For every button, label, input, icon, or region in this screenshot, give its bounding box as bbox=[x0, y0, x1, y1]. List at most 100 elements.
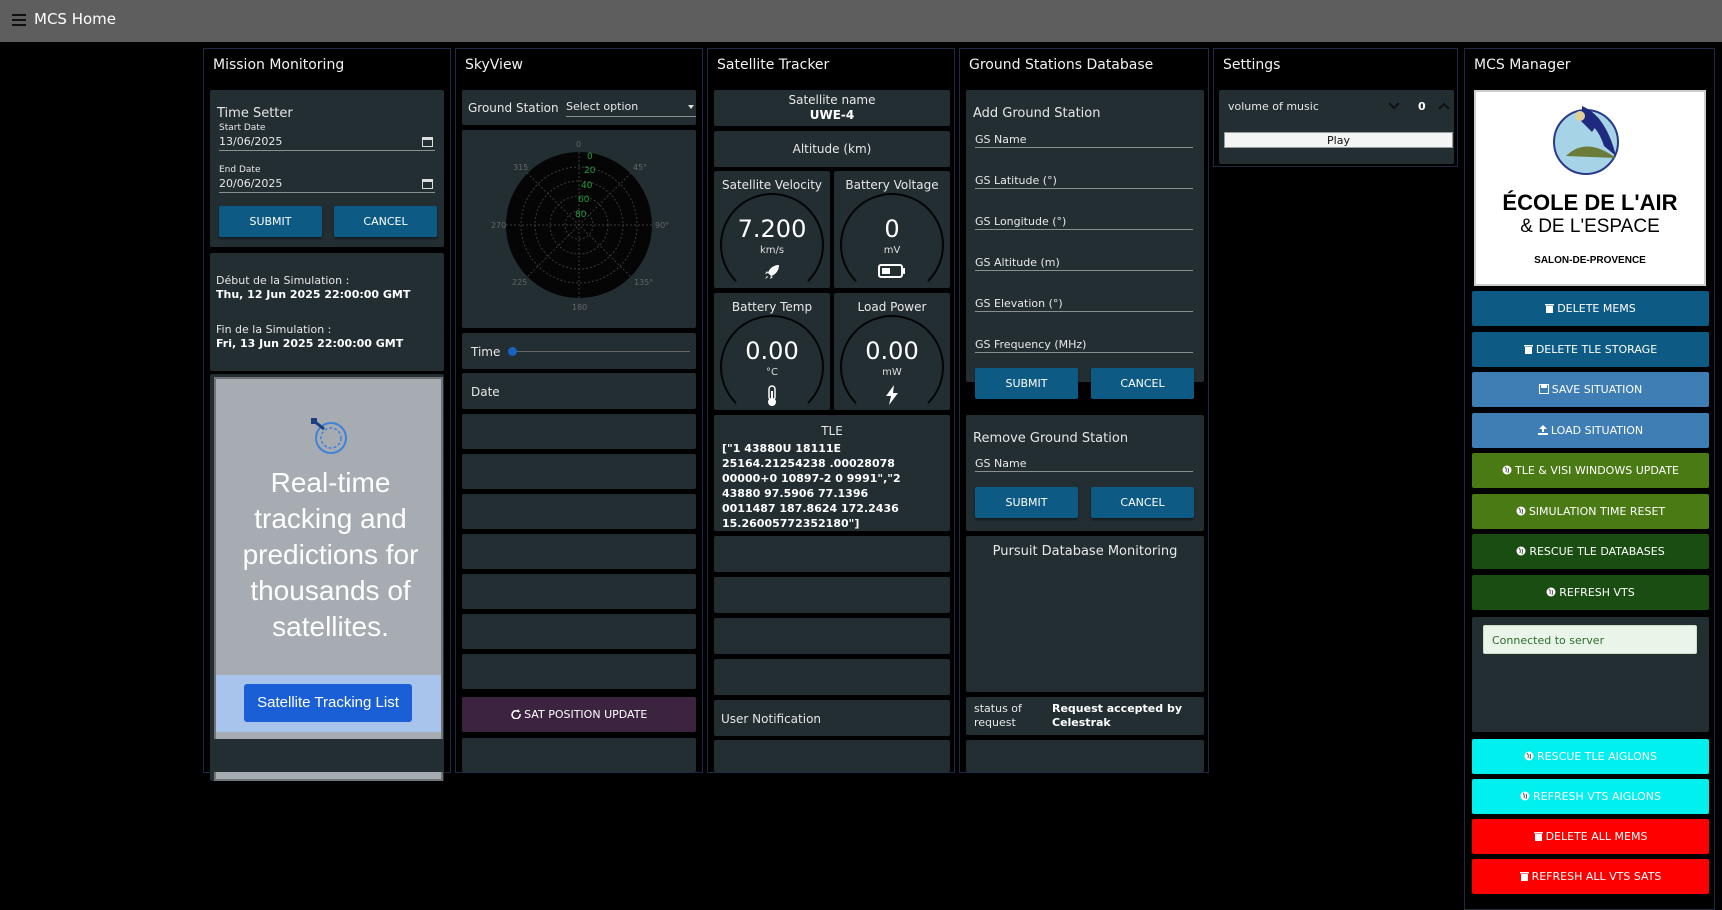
calendar-icon[interactable] bbox=[422, 178, 433, 189]
user-notification-card: User Notification bbox=[714, 700, 950, 736]
globe-icon bbox=[1516, 545, 1526, 558]
manager-button-1[interactable]: DELETE TLE STORAGE bbox=[1472, 331, 1709, 367]
satellite-tracker-panel: Satellite Tracker Satellite name UWE-4 A… bbox=[707, 48, 955, 773]
load-power-unit: mW bbox=[882, 367, 902, 378]
velocity-gauge: Satellite Velocity 7.200 km/s bbox=[714, 171, 830, 297]
tracker-row bbox=[714, 659, 950, 695]
radar-tick-270: 270 bbox=[491, 221, 506, 230]
promo-footer: Satellite Tracking List bbox=[216, 675, 441, 732]
radar-ring-40: 40 bbox=[581, 181, 593, 191]
gs-name-label: GS Name bbox=[975, 133, 1027, 146]
remove-gs-name-input[interactable]: GS Name bbox=[975, 454, 1193, 472]
manager-danger-button-label: RESCUE TLE AIGLONS bbox=[1537, 750, 1657, 763]
panel-title: Mission Monitoring bbox=[213, 57, 345, 73]
altitude-label: Altitude (km) bbox=[792, 142, 872, 156]
manager-button-label: RESCUE TLE DATABASES bbox=[1529, 545, 1665, 558]
sim-end-label: Fin de la Simulation : bbox=[216, 323, 332, 336]
battery-voltage-unit: mV bbox=[883, 245, 901, 256]
radar-tick-225: 225 bbox=[512, 278, 527, 287]
satellite-name-label: Satellite name bbox=[788, 93, 876, 107]
manager-danger-button-0[interactable]: RESCUE TLE AIGLONS bbox=[1472, 739, 1709, 774]
gs-elevation-label: GS Elevation (°) bbox=[975, 297, 1063, 310]
manager-button-3[interactable]: LOAD SITUATION bbox=[1472, 412, 1709, 448]
radar-tick-90: 90° bbox=[655, 221, 669, 230]
globe-icon bbox=[1516, 505, 1526, 518]
tle-value: ["1 43880U 18111E 25164.21254238 .000280… bbox=[722, 442, 901, 530]
promo-box: Real-time tracking and predictions for t… bbox=[214, 377, 443, 781]
sim-start-value: Thu, 12 Jun 2025 22:00:00 GMT bbox=[216, 288, 411, 301]
manager-danger-button-label: REFRESH VTS AIGLONS bbox=[1533, 790, 1661, 803]
manager-danger-button-1[interactable]: REFRESH VTS AIGLONS bbox=[1472, 779, 1709, 814]
gs-frequency-label: GS Frequency (MHz) bbox=[975, 338, 1087, 351]
add-gs-submit-button[interactable]: SUBMIT bbox=[975, 368, 1078, 399]
manager-button-7[interactable]: REFRESH VTS bbox=[1472, 574, 1709, 610]
settings-card: volume of music 0 Play bbox=[1219, 90, 1454, 164]
add-gs-cancel-button[interactable]: CANCEL bbox=[1091, 368, 1194, 399]
tle-label: TLE bbox=[821, 424, 843, 438]
manager-button-4[interactable]: TLE & VISI WINDOWS UPDATE bbox=[1472, 453, 1709, 488]
radar-ring-0: 0 bbox=[587, 152, 593, 162]
remove-gs-cancel-button[interactable]: CANCEL bbox=[1091, 487, 1194, 518]
time-slider-thumb[interactable] bbox=[508, 347, 517, 356]
manager-danger-button-3[interactable]: REFRESH ALL VTS SATS bbox=[1472, 859, 1709, 894]
volume-increase-icon[interactable] bbox=[1438, 102, 1450, 110]
radar-ring-20: 20 bbox=[584, 166, 596, 176]
radar-card: 0 45° 90° 135° 180 225 270 315 0 20 40 6… bbox=[462, 130, 696, 328]
hamburger-menu-icon[interactable] bbox=[12, 14, 26, 26]
end-date-label: End Date bbox=[219, 165, 261, 175]
radar-tick-135: 135° bbox=[634, 278, 653, 287]
sat-position-update-label: SAT POSITION UPDATE bbox=[524, 708, 648, 721]
promo-text: Real-time tracking and predictions for t… bbox=[242, 467, 419, 642]
gs-latitude-input[interactable]: GS Latitude (°) bbox=[975, 171, 1193, 189]
panel-title: MCS Manager bbox=[1474, 57, 1571, 73]
radar-tick-45: 45° bbox=[633, 163, 647, 172]
manager-button-0[interactable]: DELETE MEMS bbox=[1472, 291, 1709, 326]
user-notification-label: User Notification bbox=[721, 712, 822, 726]
calendar-icon[interactable] bbox=[422, 136, 433, 147]
sky-row bbox=[462, 654, 696, 689]
start-date-input[interactable]: 13/06/2025 bbox=[219, 134, 435, 151]
velocity-unit: km/s bbox=[759, 245, 785, 256]
trash-icon bbox=[1523, 343, 1533, 356]
tracker-row bbox=[714, 740, 950, 772]
gs-name-input[interactable]: GS Name bbox=[975, 130, 1193, 148]
ground-station-select[interactable]: Select option bbox=[566, 99, 696, 117]
gs-longitude-input[interactable]: GS Longitude (°) bbox=[975, 212, 1193, 230]
gs-frequency-input[interactable]: GS Frequency (MHz) bbox=[975, 335, 1193, 353]
radar-tick-315: 315 bbox=[513, 163, 528, 172]
volume-decrease-icon[interactable] bbox=[1388, 102, 1400, 110]
manager-button-6[interactable]: RESCUE TLE DATABASES bbox=[1472, 534, 1709, 569]
start-date-label: Start Date bbox=[219, 123, 266, 133]
gs-altitude-input[interactable]: GS Altitude (m) bbox=[975, 253, 1193, 271]
ground-station-label: Ground Station bbox=[468, 101, 559, 115]
server-status-field: Connected to server bbox=[1483, 625, 1697, 654]
start-date-value: 13/06/2025 bbox=[219, 135, 283, 148]
play-button[interactable]: Play bbox=[1224, 132, 1453, 148]
mission-monitoring-panel: Mission Monitoring Time Setter Start Dat… bbox=[203, 48, 451, 781]
manager-button-label: DELETE MEMS bbox=[1557, 302, 1636, 315]
radar-tick-0: 0 bbox=[576, 140, 581, 149]
time-slider-track[interactable] bbox=[512, 351, 690, 352]
request-status-value: Request accepted by Celestrak bbox=[1052, 702, 1182, 729]
chevron-down-icon bbox=[688, 105, 694, 109]
sat-position-update-button[interactable]: SAT POSITION UPDATE bbox=[462, 697, 696, 732]
sky-row bbox=[462, 738, 696, 772]
request-status-card: status of request Request accepted by Ce… bbox=[966, 697, 1204, 735]
time-cancel-button[interactable]: CANCEL bbox=[334, 206, 437, 237]
sky-row bbox=[462, 414, 696, 449]
time-submit-button[interactable]: SUBMIT bbox=[219, 206, 322, 237]
logo-line-1: ÉCOLE DE L'AIR bbox=[1502, 190, 1678, 215]
remove-gs-submit-button[interactable]: SUBMIT bbox=[975, 487, 1078, 518]
remove-ground-station-title: Remove Ground Station bbox=[973, 431, 1129, 446]
end-date-input[interactable]: 20/06/2025 bbox=[219, 176, 435, 193]
refresh-icon bbox=[510, 709, 521, 720]
manager-button-label: LOAD SITUATION bbox=[1550, 423, 1644, 437]
satellite-tracking-list-button[interactable]: Satellite Tracking List bbox=[244, 684, 412, 722]
globe-icon bbox=[1524, 750, 1534, 763]
manager-danger-button-2[interactable]: DELETE ALL MEMS bbox=[1472, 819, 1709, 854]
gs-elevation-input[interactable]: GS Elevation (°) bbox=[975, 294, 1193, 312]
manager-button-2[interactable]: SAVE SITUATION bbox=[1472, 372, 1709, 407]
manager-button-5[interactable]: SIMULATION TIME RESET bbox=[1472, 493, 1709, 529]
trash-icon bbox=[1545, 302, 1555, 315]
manager-danger-button-label: REFRESH ALL VTS SATS bbox=[1531, 870, 1662, 883]
